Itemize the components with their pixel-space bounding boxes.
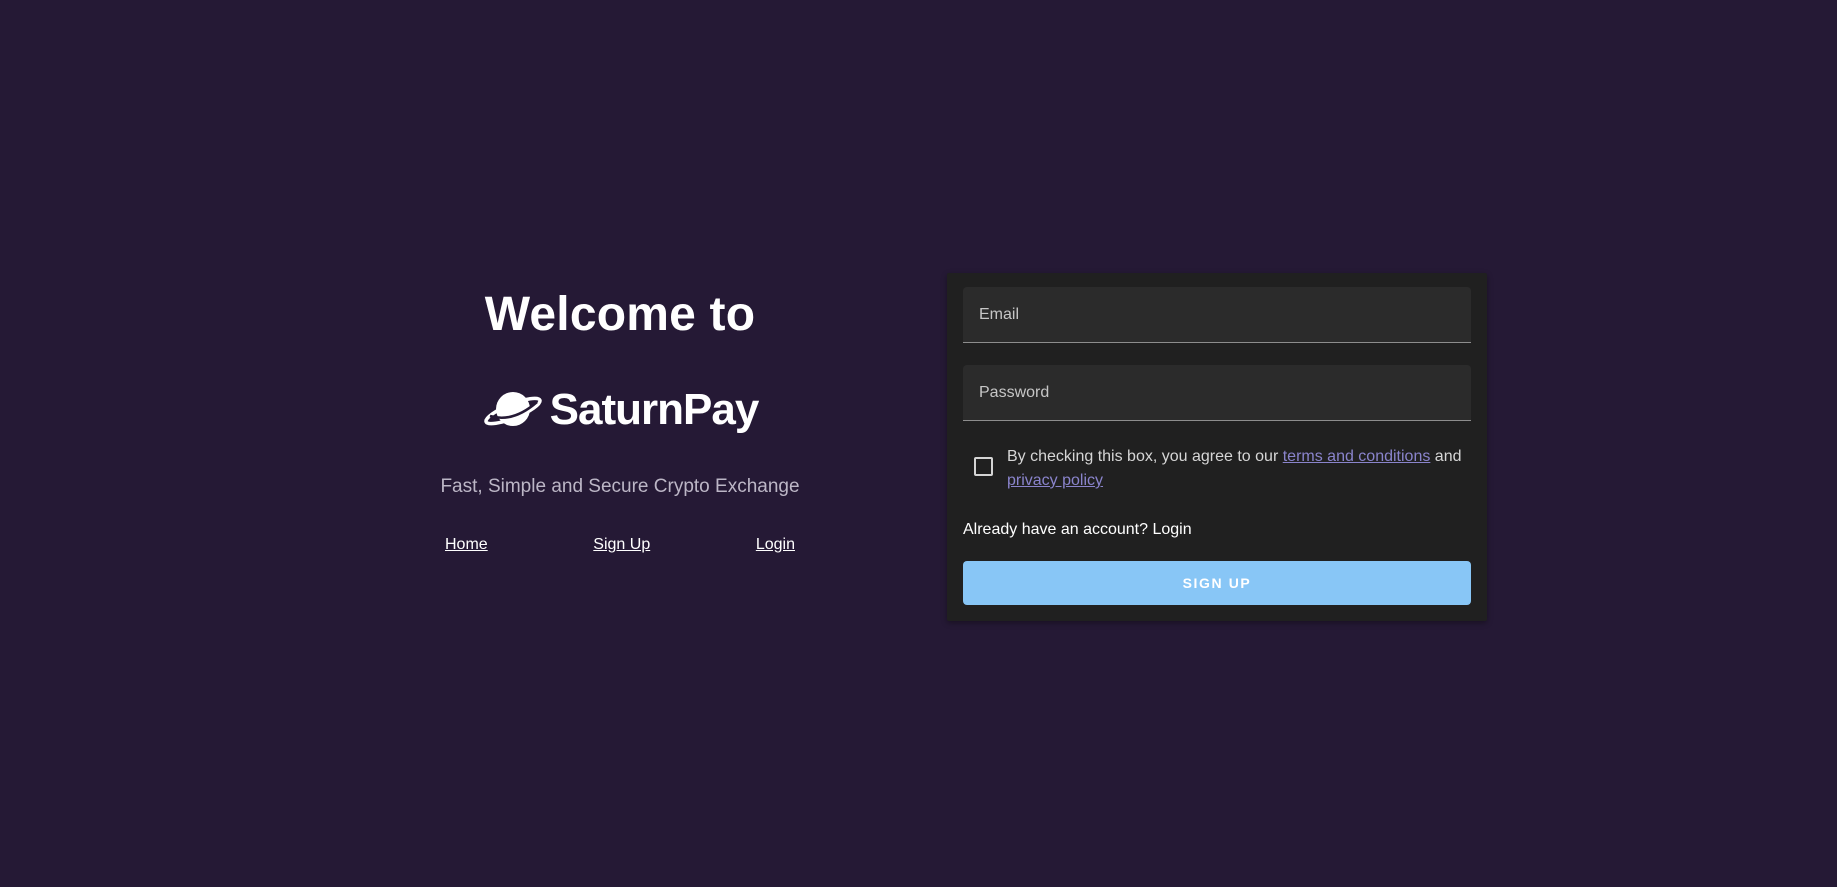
signup-card: By checking this box, you agree to our t… [947, 273, 1487, 621]
login-prompt-link[interactable]: Already have an account? Login [963, 521, 1192, 539]
consent-checkbox[interactable] [974, 457, 993, 476]
password-field-container [963, 365, 1471, 421]
brand-logo: SaturnPay [400, 360, 840, 460]
consent-prefix: By checking this box, you agree to our [1007, 448, 1283, 465]
password-field[interactable] [963, 365, 1471, 420]
nav-link-login[interactable]: Login [756, 536, 795, 554]
email-field[interactable] [963, 287, 1471, 342]
consent-text: By checking this box, you agree to our t… [1007, 445, 1471, 493]
consent-middle: and [1430, 448, 1462, 465]
tagline: Fast, Simple and Secure Crypto Exchange [440, 476, 800, 497]
welcome-heading: Welcome to [484, 288, 756, 341]
saturn-planet-icon [482, 385, 544, 435]
email-field-container [963, 287, 1471, 343]
nav-link-home[interactable]: Home [445, 536, 488, 554]
privacy-link[interactable]: privacy policy [1007, 472, 1103, 489]
nav-link-sign-up[interactable]: Sign Up [593, 536, 650, 554]
consent-row: By checking this box, you agree to our t… [963, 445, 1471, 493]
hero-nav: Home Sign Up Login [400, 536, 840, 554]
brand-wordmark: SaturnPay [549, 385, 760, 434]
terms-link[interactable]: terms and conditions [1283, 448, 1431, 465]
sign-up-button[interactable]: SIGN UP [963, 561, 1471, 605]
hero-section: Welcome to SaturnPay Fast, Simple and Se… [400, 270, 840, 554]
